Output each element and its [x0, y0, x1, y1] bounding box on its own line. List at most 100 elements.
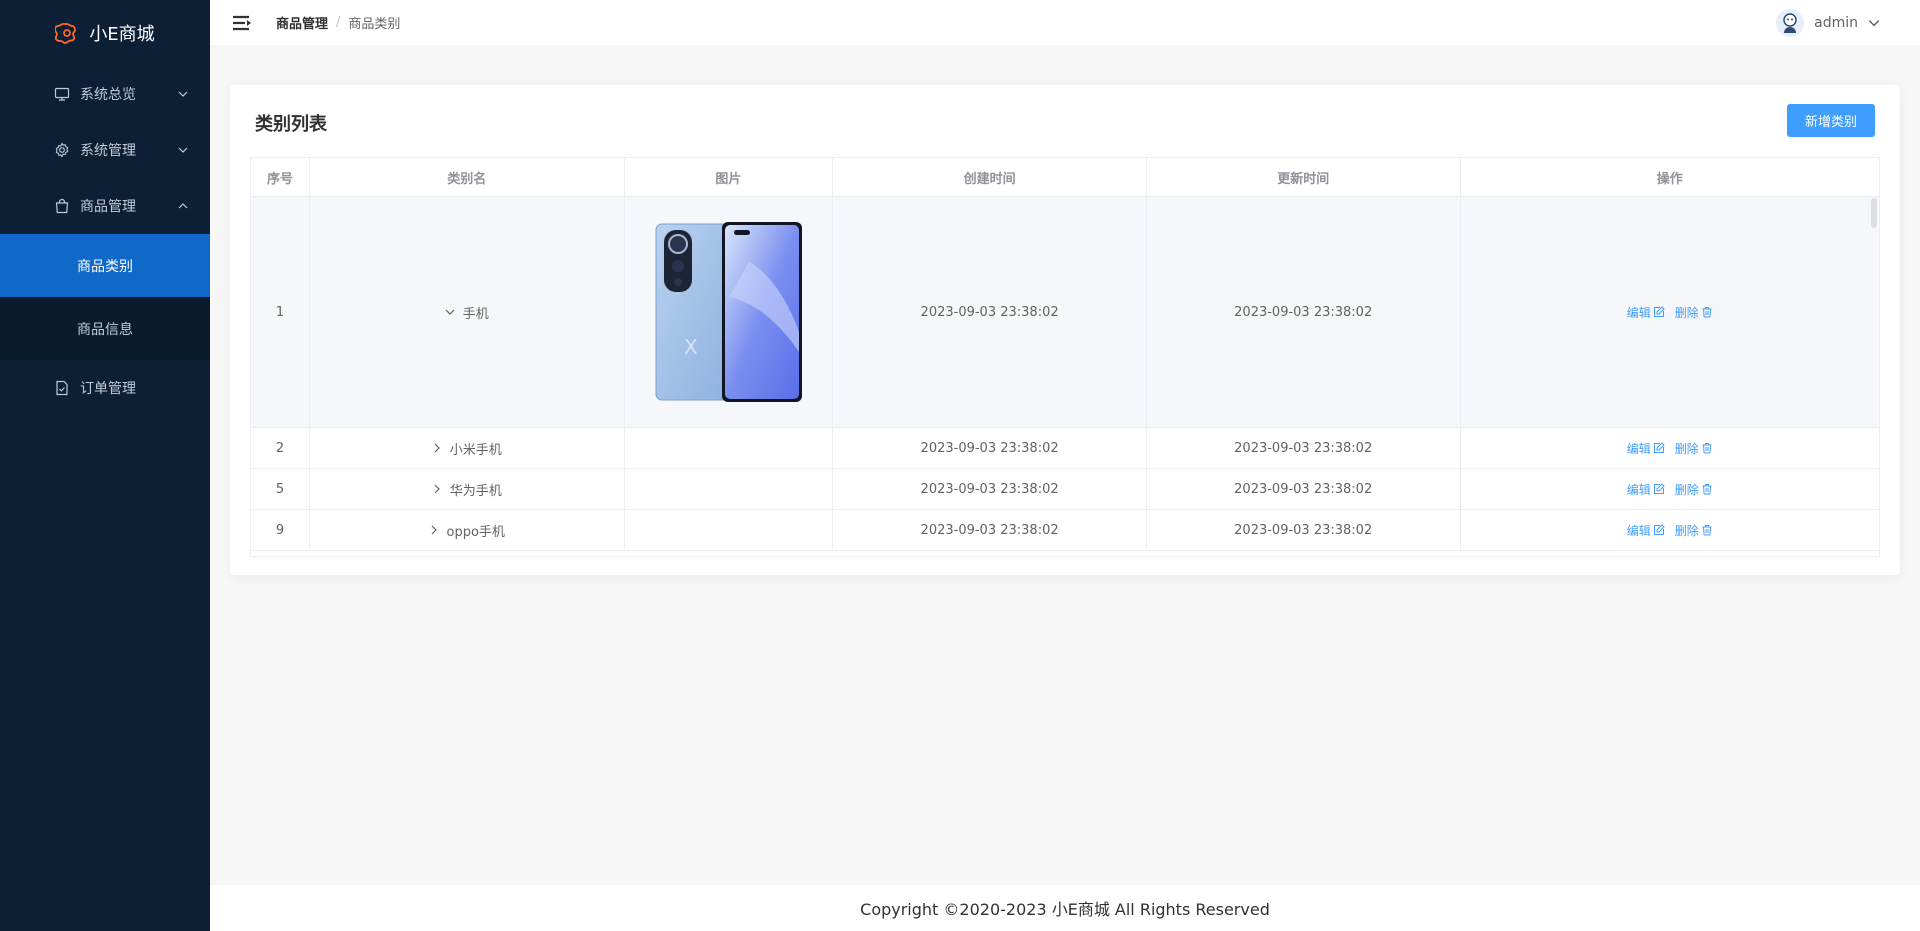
category-table: 序号 类别名 图片 创建时间 更新时间 操作 1 手机 X 2023-09-03… — [250, 157, 1880, 557]
trash-icon — [1702, 484, 1712, 495]
chevron-down-icon — [1868, 19, 1880, 26]
sidebar-item-overview[interactable]: 系统总览 — [0, 66, 210, 122]
card-title: 类别列表 — [255, 114, 327, 135]
cell-image — [625, 428, 834, 468]
edit-label: 编辑 — [1626, 482, 1651, 497]
category-name: 华为手机 — [449, 483, 502, 499]
trash-icon — [1702, 307, 1712, 318]
cell-name: 手机 — [309, 197, 625, 427]
breadcrumb-separator: / — [336, 15, 341, 30]
edit-icon — [1653, 524, 1665, 535]
chevron-right-icon[interactable] — [432, 443, 442, 453]
add-category-button[interactable]: 新增类别 — [1787, 104, 1875, 137]
sidebar-item-categories[interactable]: 商品类别 — [0, 234, 210, 297]
cell-id: 9 — [251, 510, 310, 550]
edit-button[interactable]: 编辑 — [1627, 522, 1665, 539]
user-menu[interactable]: admin — [1776, 0, 1880, 45]
column-header: 操作 — [1656, 171, 1683, 187]
chevron-up-icon — [178, 203, 188, 209]
column-header: 创建时间 — [833, 158, 1147, 196]
cell-name: oppo手机 — [310, 510, 625, 550]
delete-button[interactable]: 删除 — [1675, 304, 1713, 321]
chevron-down-icon — [178, 147, 188, 153]
edit-button[interactable]: 编辑 — [1627, 440, 1665, 457]
footer: Copyright ©2020-2023 小E商城 All Rights Res… — [210, 885, 1920, 931]
cell-image: X — [624, 197, 834, 427]
cell-name: 华为手机 — [310, 469, 625, 509]
edit-icon — [1653, 306, 1665, 317]
breadcrumb-current: 商品类别 — [348, 17, 401, 32]
cell-actions: 编辑 删除 — [1461, 469, 1879, 509]
trash-icon — [1702, 525, 1712, 536]
table-row[interactable]: 2 小米手机 2023-09-03 23:38:02 2023-09-03 23… — [251, 428, 1879, 469]
delete-label: 删除 — [1674, 482, 1699, 497]
sidebar-item-system[interactable]: 系统管理 — [0, 122, 210, 178]
delete-button[interactable]: 删除 — [1675, 522, 1713, 539]
column-header: 图片 — [625, 158, 834, 196]
breadcrumb: 商品管理 / 商品类别 — [276, 13, 400, 32]
trash-icon — [1702, 443, 1712, 454]
phone-image: X — [655, 222, 803, 402]
edit-button[interactable]: 编辑 — [1627, 481, 1665, 498]
cell-created: 2023-09-03 23:38:02 — [833, 510, 1147, 550]
delete-button[interactable]: 删除 — [1675, 481, 1713, 498]
logo-icon — [55, 23, 77, 44]
sidebar-item-label: 订单管理 — [80, 381, 136, 397]
cell-updated: 2023-09-03 23:38:02 — [1146, 197, 1461, 427]
delete-label: 删除 — [1674, 305, 1699, 320]
column-header: 类别名 — [310, 158, 625, 196]
table-header: 序号 类别名 图片 创建时间 更新时间 操作 — [251, 158, 1879, 197]
avatar-icon — [1783, 12, 1797, 33]
edit-label: 编辑 — [1626, 523, 1651, 538]
sidebar: 小E商城 系统总览 系统管理 商品管理 商品类别 商品信息 订单管理 — [0, 0, 210, 931]
table-scrollbar[interactable] — [1871, 198, 1877, 228]
sidebar-item-products[interactable]: 商品管理 — [0, 178, 210, 234]
chevron-right-icon[interactable] — [432, 484, 442, 494]
username: admin — [1814, 14, 1858, 31]
cell-actions: 编辑 删除 — [1461, 428, 1879, 468]
category-name: oppo手机 — [446, 524, 505, 540]
cell-id: 1 — [251, 197, 310, 427]
avatar — [1776, 8, 1805, 37]
cell-actions: 编辑 删除 — [1460, 197, 1879, 427]
copyright-text: Copyright ©2020-2023 小E商城 All Rights Res… — [860, 900, 1270, 919]
table-row[interactable]: 1 手机 X 2023-09-03 23:38:02 2023-09-03 23… — [251, 197, 1879, 428]
cell-created: 2023-09-03 23:38:02 — [833, 428, 1147, 468]
category-name: 小米手机 — [449, 442, 502, 458]
svg-text:X: X — [684, 335, 698, 359]
cell-id: 2 — [251, 428, 310, 468]
sidebar-item-label: 商品管理 — [80, 199, 136, 215]
app-logo[interactable]: 小E商城 — [0, 0, 210, 66]
app-title: 小E商城 — [89, 24, 155, 45]
chevron-right-icon[interactable] — [429, 525, 439, 535]
cell-updated: 2023-09-03 23:38:02 — [1147, 428, 1461, 468]
table-row[interactable]: 5 华为手机 2023-09-03 23:38:02 2023-09-03 23… — [251, 469, 1879, 510]
column-header: 序号 — [251, 158, 310, 196]
monitor-icon — [54, 87, 70, 101]
cell-updated: 2023-09-03 23:38:02 — [1147, 510, 1461, 550]
edit-icon — [1653, 442, 1665, 453]
edit-button[interactable]: 编辑 — [1627, 304, 1665, 321]
top-header: 商品管理 / 商品类别 admin — [210, 0, 1920, 45]
sidebar-item-product-info[interactable]: 商品信息 — [0, 297, 210, 360]
category-card: 类别列表 新增类别 序号 类别名 图片 创建时间 更新时间 操作 1 手机 X … — [230, 85, 1900, 575]
delete-label: 删除 — [1674, 523, 1699, 538]
cell-name: 小米手机 — [310, 428, 625, 468]
menu-toggle-icon[interactable] — [232, 15, 252, 31]
cell-image — [625, 469, 834, 509]
bag-icon — [55, 198, 69, 214]
cell-updated: 2023-09-03 23:38:02 — [1147, 469, 1461, 509]
edit-icon — [1653, 483, 1665, 494]
chevron-down-icon[interactable] — [445, 307, 455, 317]
breadcrumb-item[interactable]: 商品管理 — [276, 13, 328, 32]
sidebar-item-label: 系统总览 — [80, 87, 136, 103]
delete-button[interactable]: 删除 — [1675, 440, 1713, 457]
gear-icon — [55, 142, 69, 158]
sidebar-item-orders[interactable]: 订单管理 — [0, 360, 210, 416]
cell-image — [625, 510, 834, 550]
cell-created: 2023-09-03 23:38:02 — [833, 469, 1147, 509]
cell-created: 2023-09-03 23:38:02 — [833, 197, 1147, 427]
sidebar-item-label: 系统管理 — [80, 143, 136, 159]
delete-label: 删除 — [1674, 441, 1699, 456]
table-row[interactable]: 9 oppo手机 2023-09-03 23:38:02 2023-09-03 … — [251, 510, 1879, 551]
